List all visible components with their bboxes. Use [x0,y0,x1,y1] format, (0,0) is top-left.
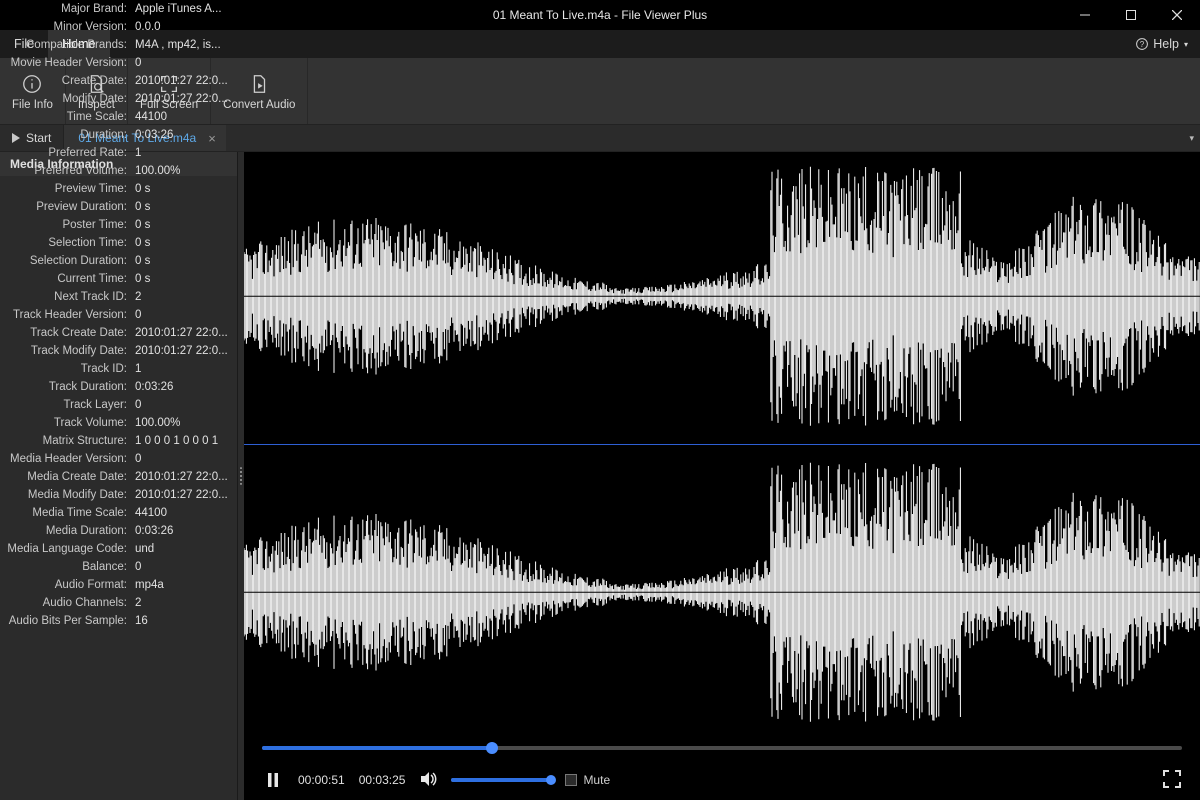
property-value: 44100 [131,111,1200,123]
waveform-right[interactable] [244,448,1200,737]
property-key: Modify Date: [0,93,131,105]
property-key: Balance: [0,561,131,573]
property-key: Major Brand: [0,3,131,15]
checkbox-box [565,774,577,786]
seek-bar[interactable] [244,736,1200,760]
mute-checkbox[interactable]: Mute [565,773,610,787]
property-row: Movie Header Version:0 [0,54,1200,72]
mute-label: Mute [583,773,610,787]
property-value: 0 [131,57,1200,69]
property-key: Create Date: [0,75,131,87]
player-fullscreen-button[interactable] [1162,769,1182,792]
property-value: 0.0.0 [131,21,1200,33]
property-key: Media Header Version: [0,453,131,465]
property-row: Duration:0:03:26 [0,126,1200,144]
property-key: Preview Duration: [0,201,131,213]
property-key: Current Time: [0,273,131,285]
property-key: Audio Channels: [0,597,131,609]
main-area: Media Information Major Brand:Apple iTun… [0,152,1200,800]
property-key: Preferred Volume: [0,165,131,177]
pause-button[interactable] [262,769,284,791]
property-key: Track Duration: [0,381,131,393]
property-key: Track ID: [0,363,131,375]
property-key: Matrix Structure: [0,435,131,447]
property-value: 2010:01:27 22:0... [131,93,1200,105]
property-value: M4A , mp42, is... [131,39,1200,51]
property-key: Next Track ID: [0,291,131,303]
property-key: Media Duration: [0,525,131,537]
property-key: Movie Header Version: [0,57,131,69]
property-key: Track Volume: [0,417,131,429]
property-key: Track Modify Date: [0,345,131,357]
property-row: Modify Date:2010:01:27 22:0... [0,90,1200,108]
waveform-area: 00:00:51 00:03:25 Mute [244,152,1200,800]
property-value: Apple iTunes A... [131,3,1200,15]
property-key: Selection Duration: [0,255,131,267]
pause-icon [267,773,279,787]
property-key: Preview Time: [0,183,131,195]
volume-slider[interactable] [451,778,551,782]
channel-divider [244,444,1200,445]
property-key: Audio Format: [0,579,131,591]
property-value: 0:03:26 [131,129,1200,141]
property-key: Duration: [0,129,131,141]
property-key: Media Modify Date: [0,489,131,501]
sidebar-panel: Media Information Major Brand:Apple iTun… [0,152,238,800]
time-elapsed: 00:00:51 [298,773,345,787]
property-key: Track Header Version: [0,309,131,321]
waveform-left[interactable] [244,152,1200,441]
property-key: Compatible Brands: [0,39,131,51]
property-row: Create Date:2010:01:27 22:0... [0,72,1200,90]
property-row: Minor Version:0.0.0 [0,18,1200,36]
volume-fill [451,778,551,782]
property-key: Track Layer: [0,399,131,411]
property-value: 2010:01:27 22:0... [131,75,1200,87]
property-key: Media Language Code: [0,543,131,555]
property-key: Time Scale: [0,111,131,123]
fullscreen-icon [1162,769,1182,789]
volume-thumb[interactable] [546,775,556,785]
property-key: Media Create Date: [0,471,131,483]
property-key: Poster Time: [0,219,131,231]
player-controls: 00:00:51 00:03:25 Mute [244,760,1200,800]
volume-icon[interactable] [419,770,437,791]
property-key: Audio Bits Per Sample: [0,615,131,627]
time-total: 00:03:25 [359,773,406,787]
waveform-container [244,152,1200,736]
property-row: Major Brand:Apple iTunes A... [0,0,1200,18]
property-row: Time Scale:44100 [0,108,1200,126]
seek-fill [262,746,492,750]
property-key: Selection Time: [0,237,131,249]
property-key: Preferred Rate: [0,147,131,159]
seek-thumb[interactable] [486,742,498,754]
property-key: Minor Version: [0,21,131,33]
property-key: Media Time Scale: [0,507,131,519]
property-row: Compatible Brands:M4A , mp42, is... [0,36,1200,54]
property-key: Track Create Date: [0,327,131,339]
